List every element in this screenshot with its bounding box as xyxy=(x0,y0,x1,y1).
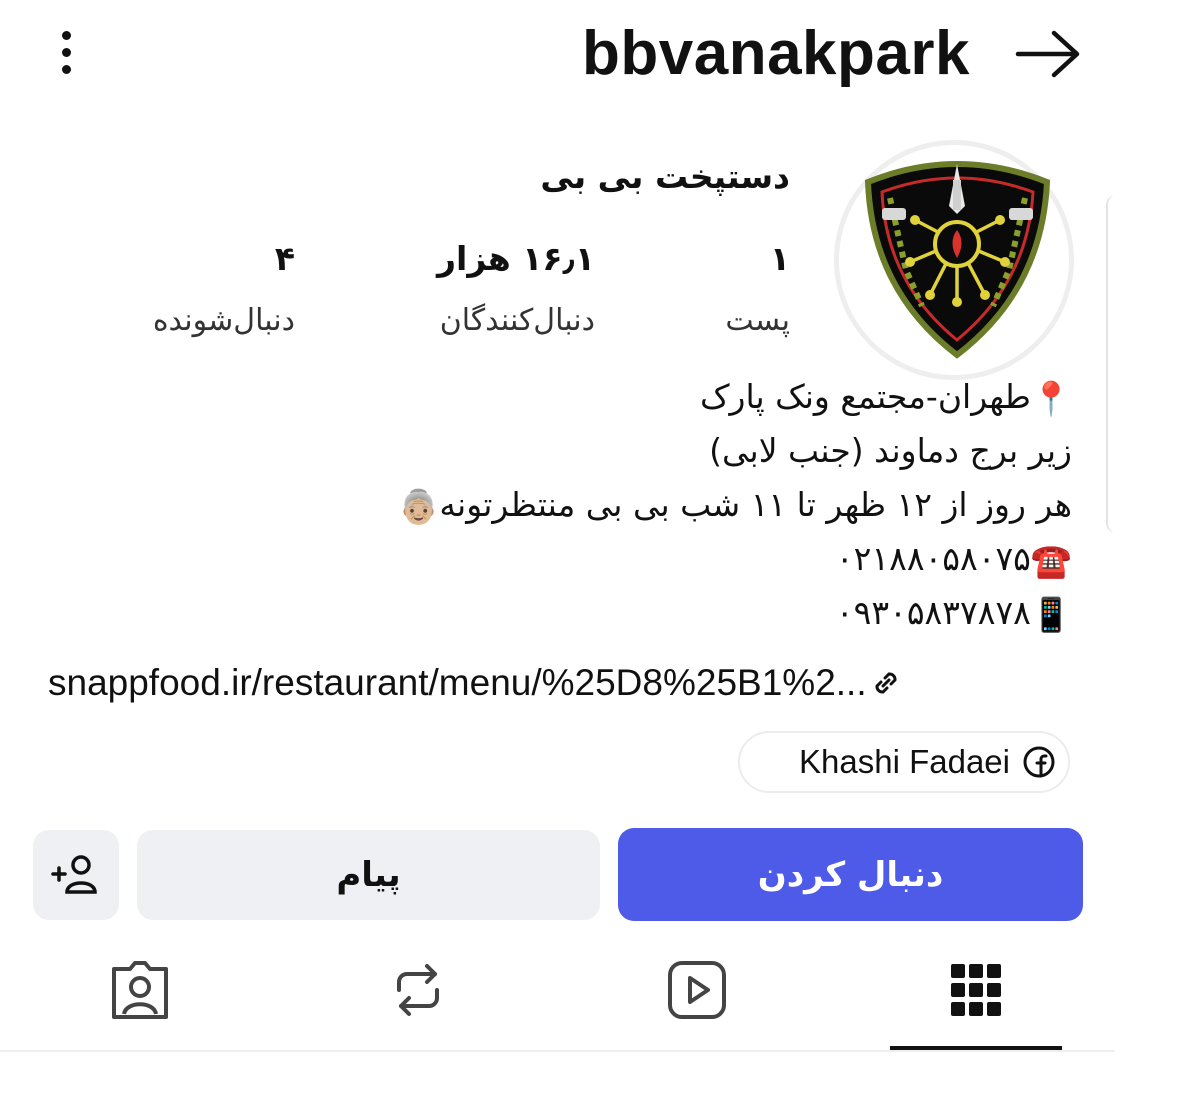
pin-icon: 📍 xyxy=(1030,378,1072,418)
suggest-people-button[interactable] xyxy=(33,830,119,920)
tab-grid[interactable] xyxy=(931,950,1021,1030)
website-link[interactable]: snappfood.ir/restaurant/menu/%25D8%25B1%… xyxy=(48,655,1078,711)
tab-reposts[interactable] xyxy=(373,950,463,1030)
tab-reels[interactable] xyxy=(652,950,742,1030)
reels-play-icon xyxy=(668,961,726,1019)
facebook-profile-chip[interactable]: Khashi Fadaei xyxy=(738,731,1070,793)
website-link-text: snappfood.ir/restaurant/menu/%25D8%25B1%… xyxy=(48,662,867,703)
emblem-logo xyxy=(864,161,1051,359)
profile-username: bbvanakpark xyxy=(581,19,970,88)
bio-line-phone[interactable]: ☎️۰۲۱۸۸۰۵۸۰۷۵ xyxy=(132,532,1072,586)
more-vertical-icon xyxy=(62,31,71,40)
more-options-button[interactable] xyxy=(52,28,82,78)
stat-followers-value: ۱۶٫۱ هزار xyxy=(437,239,595,278)
tabs-divider xyxy=(0,1050,1115,1052)
grandma-icon: 👵🏼 xyxy=(398,486,440,526)
grid-icon xyxy=(951,964,1001,1016)
tab-tagged[interactable] xyxy=(95,950,185,1030)
follow-button[interactable]: دنبال کردن xyxy=(618,828,1083,921)
repost-icon xyxy=(397,964,439,1016)
bio-line-location: 📍طهران-مجتمع ونک پارک xyxy=(132,370,1072,424)
add-person-icon xyxy=(51,855,97,894)
link-icon xyxy=(875,672,897,694)
telephone-icon: ☎️ xyxy=(1030,540,1072,580)
stat-posts[interactable]: ۱ پست xyxy=(700,234,790,346)
stat-followers[interactable]: ۱۶٫۱ هزار دنبال‌کنندگان xyxy=(390,234,595,346)
bio-line-mobile[interactable]: 📱۰۹۳۰۵۸۳۷۸۷۸ xyxy=(132,586,1072,640)
stat-posts-value: ۱ xyxy=(769,239,790,278)
mobile-phone-icon: 📱 xyxy=(1030,594,1072,634)
message-button[interactable]: پیام xyxy=(137,830,600,920)
arrow-right-icon xyxy=(1015,30,1080,78)
side-edge-handle xyxy=(1106,195,1116,533)
profile-bio: 📍طهران-مجتمع ونک پارک زیر برج دماوند (جن… xyxy=(132,370,1072,640)
bio-line-address: زیر برج دماوند (جنب لابی) xyxy=(709,431,1072,470)
stat-following-label: دنبال‌شونده xyxy=(152,303,295,338)
tagged-person-icon xyxy=(112,961,168,1019)
facebook-icon xyxy=(1023,746,1055,778)
stat-following-value: ۴ xyxy=(274,239,295,278)
stat-followers-label: دنبال‌کنندگان xyxy=(439,303,595,338)
stat-posts-label: پست xyxy=(725,303,790,338)
screen-edge xyxy=(1116,0,1200,1114)
bio-line-hours: هر روز از ۱۲ ظهر تا ۱۱ شب بی بی منتظرتون… xyxy=(132,478,1072,532)
avatar[interactable] xyxy=(860,150,1055,362)
facebook-chip-label: Khashi Fadaei xyxy=(799,743,1010,780)
profile-full-name: دستپخت بی بی xyxy=(540,157,790,196)
stat-following[interactable]: ۴ دنبال‌شونده xyxy=(110,234,295,346)
back-button[interactable] xyxy=(1010,26,1086,82)
